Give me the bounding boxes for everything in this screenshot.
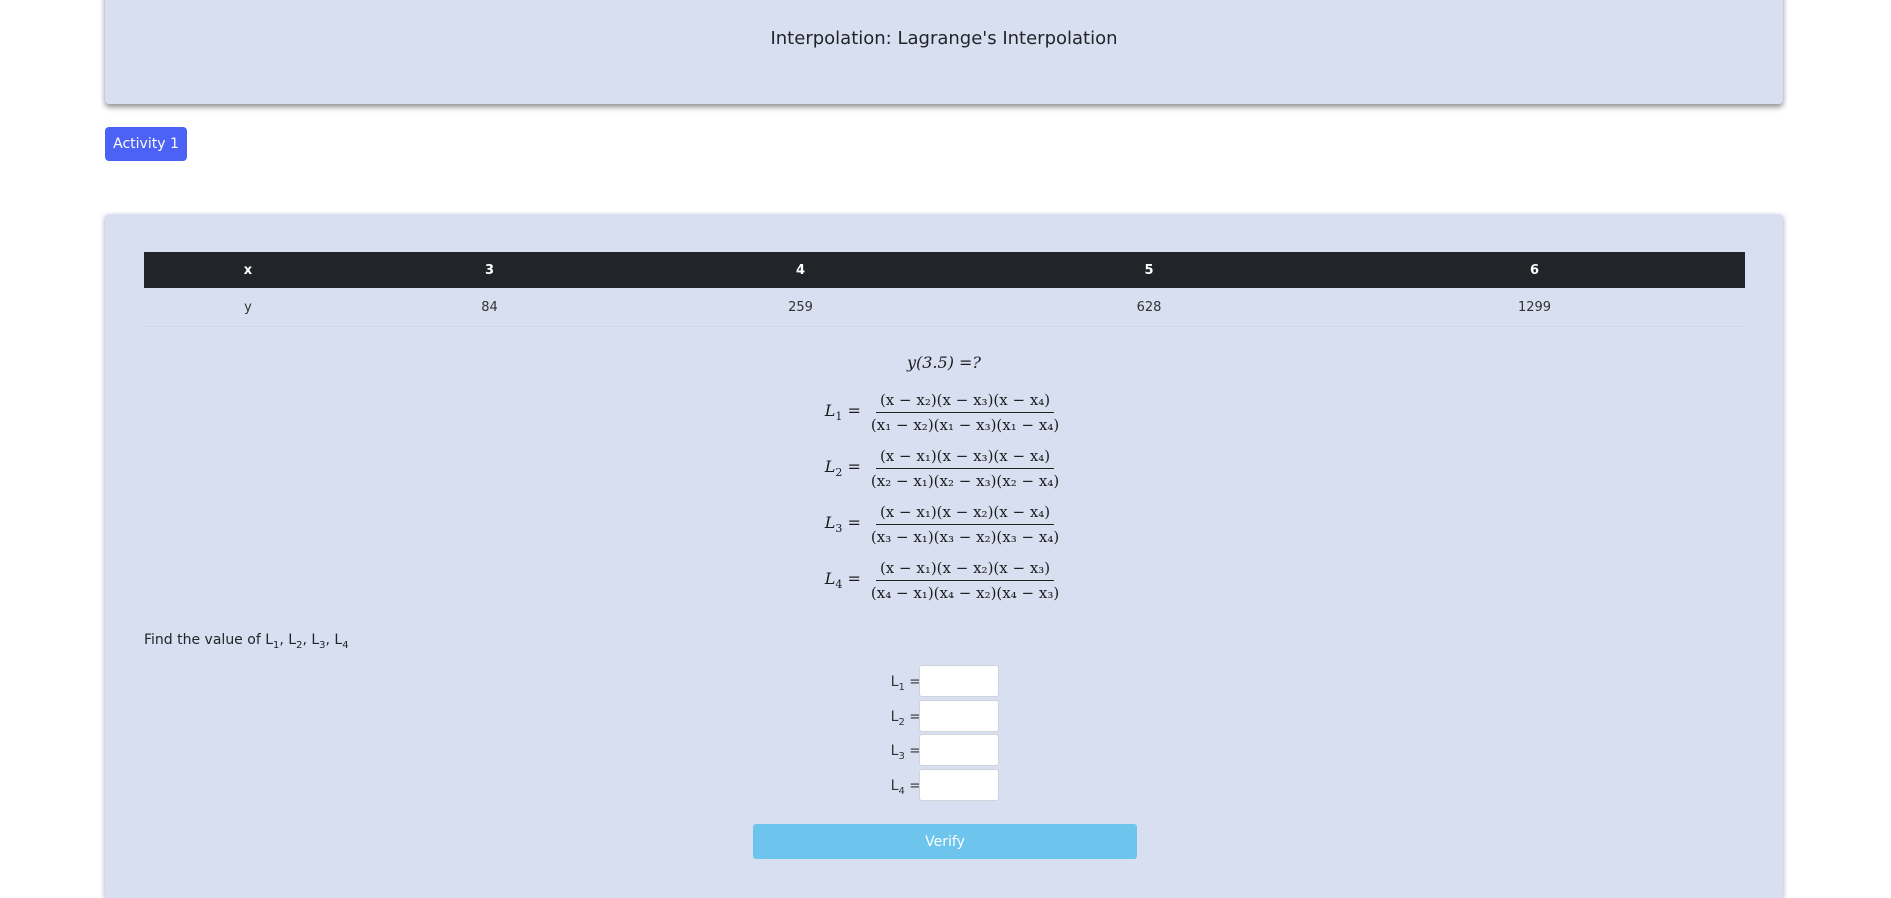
table-cell: 1299: [1324, 288, 1745, 327]
formula-l4: L4 = (x − x₁)(x − x₂)(x − x₃) (x₄ − x₁)(…: [105, 559, 1783, 602]
formula-fraction: (x − x₁)(x − x₃)(x − x₄) (x₂ − x₁)(x₂ − …: [867, 447, 1063, 490]
formula-denominator: (x₂ − x₁)(x₂ − x₃)(x₂ − x₄): [870, 472, 1060, 490]
page-title: Interpolation: Lagrange's Interpolation: [770, 28, 1118, 49]
formula-lhs: L1 =: [824, 401, 861, 424]
formula-lhs: L2 =: [824, 457, 861, 480]
l3-input[interactable]: [919, 734, 999, 766]
table-header-cell: 5: [974, 252, 1324, 288]
table-row: y 84 259 628 1299: [144, 288, 1745, 327]
formula-numerator: (x − x₂)(x − x₃)(x − x₄): [875, 391, 1055, 413]
page: Interpolation: Lagrange's Interpolation …: [0, 0, 1891, 898]
formula-l2: L2 = (x − x₁)(x − x₃)(x − x₄) (x₂ − x₁)(…: [105, 447, 1783, 490]
formula-fraction: (x − x₂)(x − x₃)(x − x₄) (x₁ − x₂)(x₁ − …: [867, 391, 1063, 434]
formula-fraction: (x − x₁)(x − x₂)(x − x₃) (x₄ − x₁)(x₄ − …: [867, 559, 1063, 602]
question-text: y(3.5) =?: [906, 353, 982, 372]
table-header-cell: x: [144, 252, 352, 288]
table-header-cell: 4: [627, 252, 974, 288]
activity-card: x 3 4 5 6 y 84 259 628 1299 y(3.5) =? L1: [105, 214, 1783, 898]
table-cell: 628: [974, 288, 1324, 327]
table-cell: y: [144, 288, 352, 327]
header-card: Interpolation: Lagrange's Interpolation: [105, 0, 1783, 104]
input-row-l4: L4 =: [105, 769, 1783, 803]
table-header-cell: 3: [352, 252, 627, 288]
table-cell: 84: [352, 288, 627, 327]
input-label: L3 =: [890, 743, 921, 762]
l2-input[interactable]: [919, 700, 999, 732]
formula-numerator: (x − x₁)(x − x₂)(x − x₄): [875, 503, 1055, 525]
verify-button[interactable]: Verify: [753, 824, 1137, 859]
formula-numerator: (x − x₁)(x − x₂)(x − x₃): [875, 559, 1055, 581]
input-row-l2: L2 =: [105, 700, 1783, 734]
formula-l3: L3 = (x − x₁)(x − x₂)(x − x₄) (x₃ − x₁)(…: [105, 503, 1783, 546]
input-label: L2 =: [890, 709, 921, 728]
activity-1-button[interactable]: Activity 1: [105, 127, 187, 161]
formula-denominator: (x₄ − x₁)(x₄ − x₂)(x₄ − x₃): [870, 584, 1060, 602]
input-label: L1 =: [890, 674, 921, 693]
l4-input[interactable]: [919, 769, 999, 801]
table-header-cell: 6: [1324, 252, 1745, 288]
table-cell: 259: [627, 288, 974, 327]
instruction-text: Find the value of L1, L2, L3, L4: [144, 632, 349, 651]
formula-numerator: (x − x₁)(x − x₃)(x − x₄): [875, 447, 1055, 469]
input-row-l3: L3 =: [105, 734, 1783, 768]
formula-l1: L1 = (x − x₂)(x − x₃)(x − x₄) (x₁ − x₂)(…: [105, 391, 1783, 434]
formula-fraction: (x − x₁)(x − x₂)(x − x₄) (x₃ − x₁)(x₃ − …: [867, 503, 1063, 546]
formula-lhs: L4 =: [824, 569, 861, 592]
formula-denominator: (x₁ − x₂)(x₁ − x₃)(x₁ − x₄): [870, 416, 1060, 434]
data-table: x 3 4 5 6 y 84 259 628 1299: [144, 252, 1745, 327]
formula-denominator: (x₃ − x₁)(x₃ − x₂)(x₃ − x₄): [870, 528, 1060, 546]
formula-lhs: L3 =: [824, 513, 861, 536]
input-label: L4 =: [890, 778, 921, 797]
l1-input[interactable]: [919, 665, 999, 697]
table-header-row: x 3 4 5 6: [144, 252, 1745, 288]
input-row-l1: L1 =: [105, 665, 1783, 699]
